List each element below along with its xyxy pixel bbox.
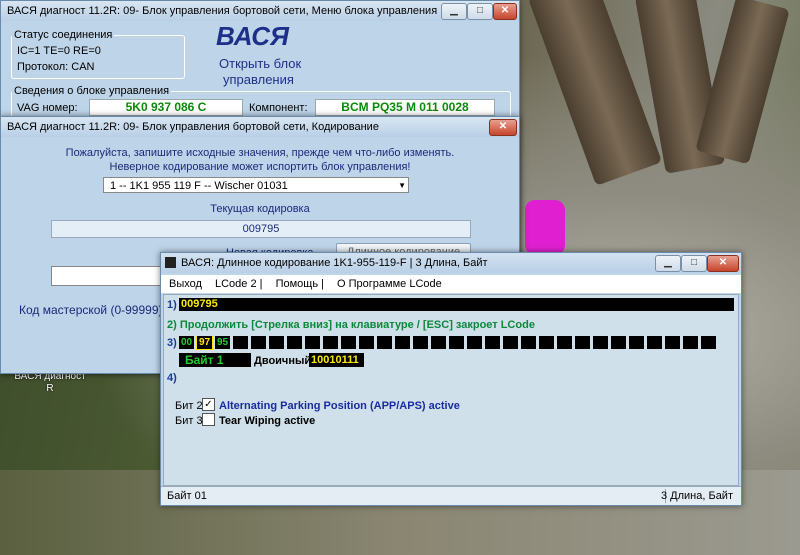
empty-byte-cell[interactable] bbox=[305, 336, 320, 349]
byte-cell[interactable]: 95 bbox=[215, 336, 230, 349]
empty-byte-cell[interactable] bbox=[467, 336, 482, 349]
component-label: Компонент: bbox=[249, 102, 308, 114]
app-icon bbox=[165, 257, 176, 268]
current-coding-field: 009795 bbox=[51, 220, 471, 238]
byte-cell-selected[interactable]: 97 bbox=[196, 336, 213, 350]
menu-about[interactable]: О Программе LCode bbox=[337, 278, 442, 290]
empty-byte-cell[interactable] bbox=[593, 336, 608, 349]
main-window-title: ВАСЯ диагност 11.2R: 09- Блок управления… bbox=[7, 5, 438, 17]
byte-label: Байт 1 bbox=[185, 353, 224, 367]
lcode-window: ВАСЯ: Длинное кодирование 1K1-955-119-F … bbox=[160, 252, 742, 506]
empty-byte-cell[interactable] bbox=[377, 336, 392, 349]
empty-byte-cell[interactable] bbox=[431, 336, 446, 349]
bit-3-label: Бит 3 bbox=[175, 415, 203, 427]
status-left: Байт 01 bbox=[167, 490, 207, 502]
empty-byte-cell[interactable] bbox=[251, 336, 266, 349]
menu-help[interactable]: Помощь | bbox=[276, 278, 324, 290]
info-legend: Сведения о блоке управления bbox=[14, 85, 170, 97]
menu-exit[interactable]: Выход bbox=[169, 278, 202, 290]
desktop-icon-label[interactable]: ВАСЯ диагност R bbox=[10, 371, 90, 395]
brand-subtitle-1: Открыть блок bbox=[219, 56, 302, 71]
menu-lcode2[interactable]: LCode 2 | bbox=[215, 278, 263, 290]
lcode-window-titlebar[interactable]: ВАСЯ: Длинное кодирование 1K1-955-119-F … bbox=[161, 253, 741, 273]
empty-byte-cell[interactable] bbox=[359, 336, 374, 349]
coding-window-title: ВАСЯ диагност 11.2R: 09- Блок управления… bbox=[7, 121, 379, 133]
empty-byte-cell[interactable] bbox=[269, 336, 284, 349]
status-right: 3 Длина, Байт bbox=[660, 490, 733, 502]
status-bar: Байт 01 3 Длина, Байт bbox=[161, 486, 741, 505]
chevron-down-icon[interactable]: ▼ bbox=[398, 178, 406, 194]
pink-figure bbox=[525, 200, 565, 255]
minimize-button[interactable]: ▁ bbox=[441, 3, 467, 20]
new-coding-input[interactable] bbox=[51, 266, 163, 286]
close-button[interactable]: ✕ bbox=[489, 119, 517, 136]
lcode-content: 1) 009795 2) Продолжить [Стрелка вниз] н… bbox=[163, 294, 739, 486]
empty-byte-cell[interactable] bbox=[611, 336, 626, 349]
bit-3-checkbox[interactable] bbox=[202, 413, 215, 426]
empty-byte-cell[interactable] bbox=[485, 336, 500, 349]
empty-byte-cell[interactable] bbox=[539, 336, 554, 349]
maximize-button[interactable]: □ bbox=[681, 255, 707, 272]
current-coding-label: Текущая кодировка bbox=[210, 203, 310, 215]
row-4-label: 4) bbox=[167, 372, 177, 384]
warning-line-2: Неверное кодирование может испортить бло… bbox=[109, 161, 411, 173]
warning-line-1: Пожалуйста, запишите исходные значения, … bbox=[65, 147, 455, 159]
byte-label-box: Байт 1 bbox=[179, 353, 251, 367]
empty-byte-cell[interactable] bbox=[323, 336, 338, 349]
close-button[interactable]: ✕ bbox=[707, 255, 739, 272]
empty-byte-cell[interactable] bbox=[665, 336, 680, 349]
close-button[interactable]: ✕ bbox=[493, 3, 517, 20]
empty-byte-cell[interactable] bbox=[413, 336, 428, 349]
empty-byte-cell[interactable] bbox=[233, 336, 248, 349]
workshop-code-label: Код мастерской (0-99999): bbox=[19, 303, 166, 317]
empty-byte-cell[interactable] bbox=[449, 336, 464, 349]
lcode-window-title: ВАСЯ: Длинное кодирование 1K1-955-119-F … bbox=[181, 257, 488, 269]
status-legend: Статус соединения bbox=[14, 29, 113, 41]
menu-bar: Выход LCode 2 | Помощь | О Программе LCo… bbox=[161, 275, 741, 293]
row-2-hint: 2) Продолжить [Стрелка вниз] на клавиату… bbox=[167, 319, 535, 331]
row-1-value: 009795 bbox=[181, 298, 218, 310]
row-3-label: 3) bbox=[167, 337, 177, 349]
empty-byte-cell[interactable] bbox=[701, 336, 716, 349]
main-window-titlebar[interactable]: ВАСЯ диагност 11.2R: 09- Блок управления… bbox=[1, 1, 519, 21]
empty-byte-cell[interactable] bbox=[287, 336, 302, 349]
empty-byte-cell[interactable] bbox=[557, 336, 572, 349]
status-line-2: Протокол: CAN bbox=[17, 61, 95, 73]
empty-byte-cell[interactable] bbox=[341, 336, 356, 349]
empty-byte-cell[interactable] bbox=[521, 336, 536, 349]
empty-byte-cell[interactable] bbox=[503, 336, 518, 349]
component-value: BCM PQ35 M 011 0028 bbox=[315, 99, 495, 116]
bit-3-text: Tear Wiping active bbox=[219, 415, 316, 427]
empty-byte-cell[interactable] bbox=[575, 336, 590, 349]
bit-2-text: Alternating Parking Position (APP/APS) a… bbox=[219, 400, 460, 412]
vag-number-value: 5K0 937 086 C bbox=[89, 99, 243, 116]
row-1-label: 1) bbox=[167, 299, 177, 311]
byte-row: 00 97 95 bbox=[179, 336, 739, 350]
brand-title: ВАСЯ bbox=[216, 21, 289, 51]
empty-byte-cell[interactable] bbox=[395, 336, 410, 349]
binary-value-box: 10010111 bbox=[309, 353, 364, 367]
empty-byte-cell[interactable] bbox=[683, 336, 698, 349]
module-select[interactable]: 1 -- 1K1 955 119 F -- Wischer 01031 ▼ bbox=[103, 177, 409, 193]
coding-window-titlebar[interactable]: ВАСЯ диагност 11.2R: 09- Блок управления… bbox=[1, 117, 519, 137]
byte-cell[interactable]: 00 bbox=[179, 336, 194, 349]
minimize-button[interactable]: ▁ bbox=[655, 255, 681, 272]
binary-value: 10010111 bbox=[311, 354, 359, 366]
row-1-field[interactable]: 009795 bbox=[179, 298, 734, 311]
status-line-1: IC=1 TE=0 RE=0 bbox=[17, 45, 101, 57]
binary-label: Двоичный: bbox=[254, 355, 315, 367]
vag-number-label: VAG номер: bbox=[17, 102, 78, 114]
maximize-button[interactable]: □ bbox=[467, 3, 493, 20]
module-select-value: 1 -- 1K1 955 119 F -- Wischer 01031 bbox=[110, 180, 288, 192]
bit-2-label: Бит 2 bbox=[175, 400, 203, 412]
bit-2-checkbox[interactable]: ✓ bbox=[202, 398, 215, 411]
empty-byte-cell[interactable] bbox=[629, 336, 644, 349]
empty-byte-cell[interactable] bbox=[647, 336, 662, 349]
current-coding-value: 009795 bbox=[242, 223, 280, 235]
